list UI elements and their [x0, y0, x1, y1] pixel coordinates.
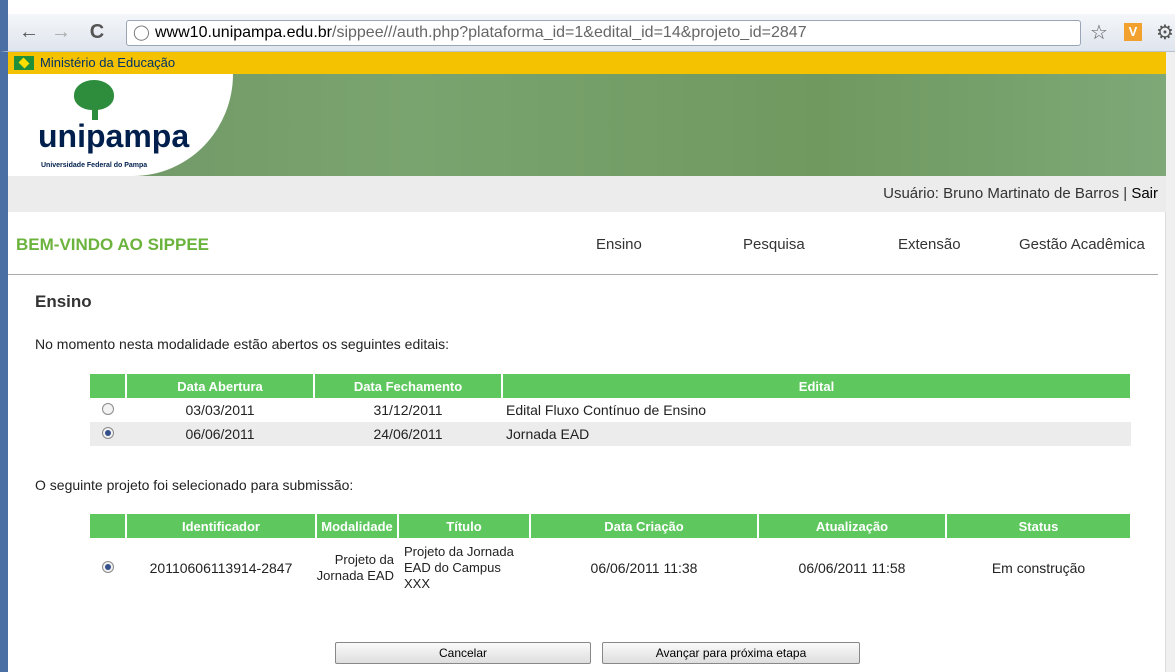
header-select	[90, 374, 127, 398]
header-data-fechamento: Data Fechamento	[314, 374, 503, 398]
header-data-criacao: Data Criação	[530, 514, 759, 538]
welcome-title: BEM-VINDO AO SIPPEE	[16, 235, 210, 254]
cell-edital: Edital Fluxo Contínuo de Ensino	[506, 402, 707, 418]
table-row[interactable]: 06/06/2011 24/06/2011 Jornada EAD	[90, 422, 1131, 446]
page-title: Ensino	[35, 292, 92, 311]
header-titulo: Título	[398, 514, 531, 538]
cell-titulo: Projeto da Jornada EAD do Campus XXX	[404, 544, 514, 591]
logo-text: unipampa	[38, 118, 190, 154]
cell-modalidade: Projeto da Jornada EAD	[316, 552, 394, 583]
window-top-strip	[0, 0, 1175, 14]
header-status: Status	[946, 514, 1132, 538]
table-row[interactable]: 03/03/2011 31/12/2011 Edital Fluxo Contí…	[90, 398, 1131, 422]
wrench-menu-icon[interactable]: ⚙	[1156, 20, 1174, 45]
table-row[interactable]: 20110606113914-2847 Projeto da Jornada E…	[90, 538, 1131, 598]
logout-link[interactable]: Sair	[1131, 185, 1158, 202]
cell-abertura: 06/06/2011	[126, 422, 314, 446]
reload-icon[interactable]: C	[86, 20, 108, 44]
logo-subtitle: Universidade Federal do Pampa	[41, 162, 148, 169]
gov-bar-text[interactable]: Ministério da Educação	[40, 55, 175, 70]
user-label: Usuário: Bruno Martinato de Barros |	[883, 185, 1128, 202]
header-edital: Edital	[502, 374, 1132, 398]
cell-edital: Jornada EAD	[502, 422, 1131, 446]
site-banner: unipampa Universidade Federal do Pampa	[8, 74, 1166, 176]
menu-pesquisa[interactable]: Pesquisa	[743, 236, 805, 253]
header-data-abertura: Data Abertura	[126, 374, 315, 398]
logo[interactable]: unipampa Universidade Federal do Pampa	[8, 74, 233, 176]
bookmark-star-icon[interactable]: ☆	[1090, 20, 1108, 45]
project-selected-text: O seguinte projeto foi selecionado para …	[35, 477, 354, 493]
address-bar[interactable]: ◯ www10.unipampa.edu.br/sippee///auth.ph…	[126, 20, 1081, 46]
open-editais-text: No momento nesta modalidade estão aberto…	[35, 336, 450, 352]
menu-ensino[interactable]: Ensino	[596, 236, 642, 253]
cell-identificador: 20110606113914-2847	[149, 560, 293, 576]
page-scrollbar[interactable]	[1165, 52, 1175, 672]
extension-icon[interactable]: V	[1124, 23, 1142, 41]
back-icon[interactable]: ←	[18, 20, 40, 44]
table-header-row: Data Abertura Data Fechamento Edital	[90, 374, 1132, 398]
url-path: /sippee///auth.php?plataforma_id=1&edita…	[332, 24, 807, 41]
header-identificador: Identificador	[126, 514, 317, 538]
forward-icon[interactable]: →	[50, 20, 72, 44]
browser-toolbar: ← → C ◯ www10.unipampa.edu.br/sippee///a…	[0, 14, 1175, 52]
cell-fechamento: 31/12/2011	[373, 402, 443, 418]
tree-icon	[74, 80, 114, 110]
menu-extensao[interactable]: Extensão	[898, 236, 961, 253]
cell-abertura: 03/03/2011	[185, 402, 255, 418]
editais-table: Data Abertura Data Fechamento Edital 03/…	[90, 374, 1132, 446]
projeto-table: Identificador Modalidade Título Data Cri…	[90, 514, 1132, 598]
gov-bar: Ministério da Educação	[8, 52, 1166, 74]
cell-criacao: 06/06/2011 11:38	[590, 560, 698, 576]
header-divider	[8, 274, 1158, 275]
edital-radio-2[interactable]	[102, 427, 114, 439]
menu-gestao-academica[interactable]: Gestão Acadêmica	[1019, 236, 1145, 253]
header-modalidade: Modalidade	[316, 514, 399, 538]
table-header-row: Identificador Modalidade Título Data Cri…	[90, 514, 1132, 538]
url-host: www10.unipampa.edu.br	[155, 24, 332, 41]
brazil-flag-icon	[14, 56, 34, 70]
window-frame-left	[0, 52, 8, 672]
cell-atualizacao: 06/06/2011 11:58	[798, 560, 906, 576]
next-step-button[interactable]: Avançar para próxima etapa	[602, 642, 860, 664]
cell-status: Em construção	[991, 560, 1086, 576]
user-bar: Usuário: Bruno Martinato de Barros | Sai…	[8, 176, 1166, 212]
edital-radio-1[interactable]	[102, 403, 114, 415]
cancel-button[interactable]: Cancelar	[335, 642, 591, 664]
header-select	[90, 514, 127, 538]
page-info-icon[interactable]: ◯	[133, 21, 150, 45]
header-atualizacao: Atualização	[758, 514, 947, 538]
projeto-radio[interactable]	[102, 561, 114, 573]
cell-fechamento: 24/06/2011	[314, 422, 502, 446]
